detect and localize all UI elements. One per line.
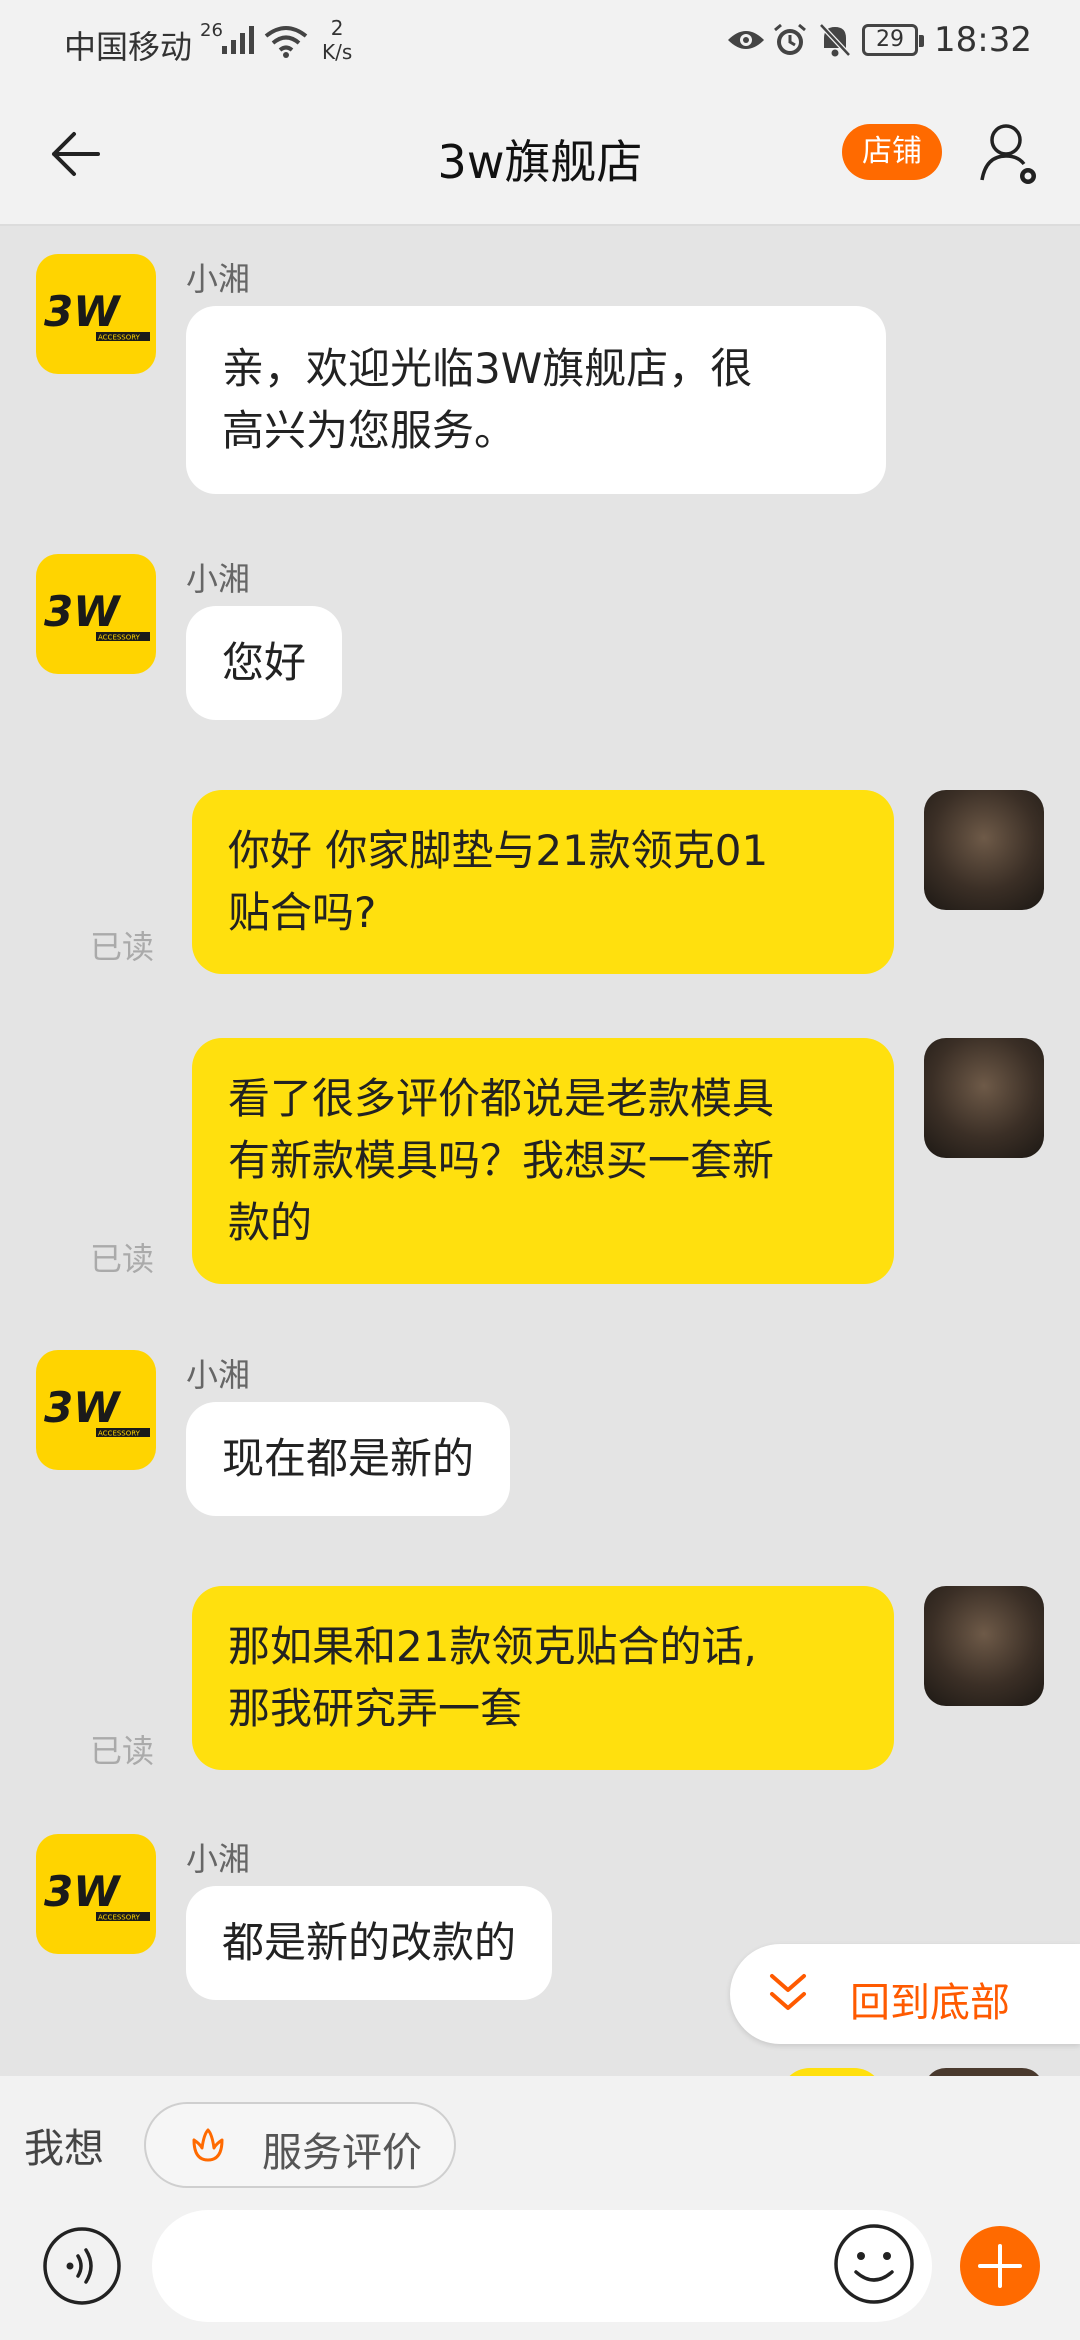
plus-icon xyxy=(978,2244,1022,2288)
message-line: 有新款模具吗？我想买一套新 xyxy=(228,1136,775,1185)
message-line: 那如果和21款领克贴合的话, xyxy=(228,1622,757,1671)
outgoing-message[interactable]: 看了很多评价都说是老款模具 有新款模具吗？我想买一套新 款的 xyxy=(192,1038,894,1284)
quick-bar-label: 我想 xyxy=(24,2126,104,2172)
shop-button[interactable]: 店铺 xyxy=(842,124,942,180)
clock: 18:32 xyxy=(934,20,1032,60)
status-bar: 中国移动 26 2 K/s 29 18:32 xyxy=(0,0,1080,84)
sender-name: 小湘 xyxy=(186,560,251,598)
scroll-to-bottom-label: 回到底部 xyxy=(850,1980,1010,2026)
message-line: 您好 xyxy=(222,638,307,687)
shop-logo-subtext: ACCESSORY xyxy=(98,1430,141,1438)
partial-outgoing-message xyxy=(780,2068,884,2076)
sender-name: 小湘 xyxy=(186,1356,251,1394)
shop-logo-icon: 3W ACCESSORY xyxy=(44,1383,150,1438)
shop-logo-subtext: ACCESSORY xyxy=(98,634,141,642)
read-status: 已读 xyxy=(90,928,155,966)
input-area: 我想 服务评价 xyxy=(0,2076,1080,2340)
bell-off-icon xyxy=(819,23,851,57)
voice-input-icon[interactable] xyxy=(42,2226,122,2306)
more-options-button[interactable] xyxy=(960,2226,1040,2306)
sender-name: 小湘 xyxy=(186,260,251,298)
incoming-message[interactable]: 亲，欢迎光临3W旗舰店，很 高兴为您服务。 xyxy=(186,306,886,494)
flower-icon xyxy=(192,2128,224,2162)
outgoing-message[interactable]: 你好 你家脚垫与21款领克01 贴合吗? xyxy=(192,790,894,974)
message-line: 都是新的改款的 xyxy=(222,1918,517,1967)
alarm-icon xyxy=(774,23,806,55)
battery-icon: 29 xyxy=(862,24,924,56)
user-avatar[interactable] xyxy=(924,1586,1044,1706)
read-status: 已读 xyxy=(90,1732,155,1770)
shop-logo-text: 3W xyxy=(44,1383,122,1432)
shop-logo-text: 3W xyxy=(44,287,122,336)
user-avatar[interactable] xyxy=(924,1038,1044,1158)
incoming-message[interactable]: 都是新的改款的 xyxy=(186,1886,553,2000)
network-type: 26 xyxy=(200,20,223,41)
read-status: 已读 xyxy=(90,1240,155,1278)
message-line: 那我研究弄一套 xyxy=(228,1684,523,1733)
message-line: 款的 xyxy=(228,1198,313,1247)
message-line: 现在都是新的 xyxy=(222,1434,475,1483)
message-line: 高兴为您服务。 xyxy=(222,406,517,455)
chat-header: 3w旗舰店 店铺 xyxy=(0,84,1080,226)
shop-avatar[interactable]: 3W ACCESSORY xyxy=(36,1834,156,1954)
signal-icon xyxy=(222,26,254,54)
message-line: 看了很多评价都说是老款模具 xyxy=(228,1074,775,1123)
outgoing-message[interactable]: 那如果和21款领克贴合的话, 那我研究弄一套 xyxy=(192,1586,894,1770)
chat-messages[interactable]: 3W ACCESSORY 小湘 亲，欢迎光临3W旗舰店，很 高兴为您服务。 3W… xyxy=(0,228,1080,2076)
service-rating-button[interactable]: 服务评价 xyxy=(144,2102,456,2188)
shop-avatar[interactable]: 3W ACCESSORY xyxy=(36,254,156,374)
speed-unit: K/s xyxy=(322,40,353,64)
incoming-message[interactable]: 您好 xyxy=(186,606,343,720)
service-rating-label: 服务评价 xyxy=(262,2130,422,2176)
eye-icon xyxy=(728,31,764,49)
message-input[interactable] xyxy=(152,2210,932,2322)
message-line: 你好 你家脚垫与21款领克01 xyxy=(228,826,769,875)
shop-logo-subtext: ACCESSORY xyxy=(98,334,141,342)
double-chevron-down-icon xyxy=(770,1974,806,2010)
emoji-icon[interactable] xyxy=(832,2222,916,2306)
shop-logo-text: 3W xyxy=(44,587,122,636)
shop-avatar[interactable]: 3W ACCESSORY xyxy=(36,1350,156,1470)
network-speed: 2 K/s xyxy=(322,16,352,64)
shop-avatar[interactable]: 3W ACCESSORY xyxy=(36,554,156,674)
message-line: 亲，欢迎光临3W旗舰店，很 xyxy=(222,344,753,393)
shop-logo-text: 3W xyxy=(44,1867,122,1916)
message-line: 贴合吗? xyxy=(228,888,377,937)
user-avatar[interactable] xyxy=(924,790,1044,910)
wifi-icon xyxy=(264,26,308,58)
shop-logo-icon: 3W ACCESSORY xyxy=(44,1867,150,1922)
scroll-to-bottom-button[interactable]: 回到底部 xyxy=(730,1944,1080,2044)
incoming-message[interactable]: 现在都是新的 xyxy=(186,1402,511,1516)
carrier-name: 中国移动 xyxy=(64,28,193,66)
shop-logo-icon: 3W ACCESSORY xyxy=(44,587,150,642)
sender-name: 小湘 xyxy=(186,1840,251,1878)
shop-logo-subtext: ACCESSORY xyxy=(98,1914,141,1922)
user-settings-icon[interactable] xyxy=(978,120,1042,188)
partial-user-avatar xyxy=(924,2068,1044,2076)
speed-value: 2 xyxy=(330,16,344,40)
shop-logo-icon: 3W ACCESSORY xyxy=(44,287,150,342)
